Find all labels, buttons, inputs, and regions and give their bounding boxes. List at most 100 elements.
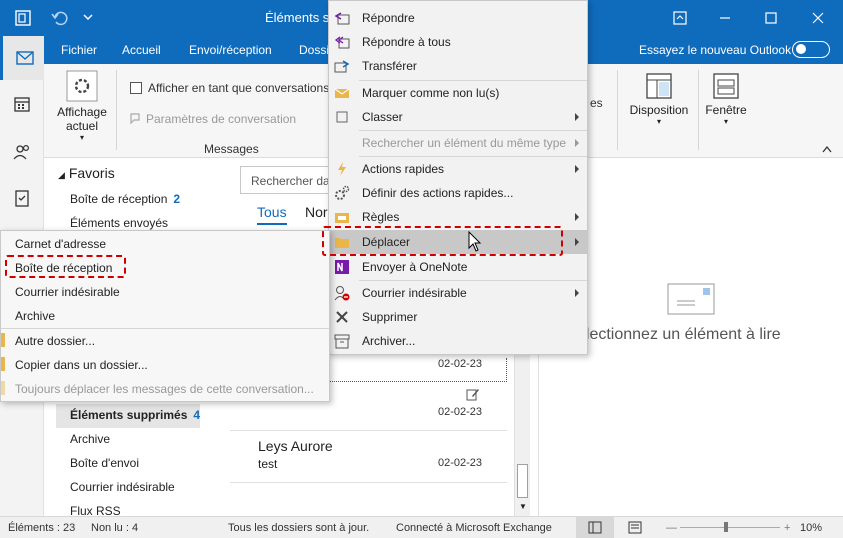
move-submenu: Carnet d'adresse Boîte de réception Cour… — [0, 230, 330, 402]
always-move-icon — [1, 381, 5, 395]
folder-archive[interactable]: Archive — [70, 432, 110, 446]
try-new-outlook-toggle[interactable] — [792, 41, 830, 58]
toggle-knob — [796, 44, 806, 54]
scroll-down-icon[interactable]: ▼ — [519, 502, 527, 511]
menu-item-label: Envoyer à OneNote — [362, 260, 468, 274]
disposition-button[interactable]: Disposition ▾ — [626, 72, 692, 126]
tab-accueil[interactable]: Accueil — [122, 43, 161, 57]
nav-tasks[interactable] — [0, 176, 44, 220]
menu-forward[interactable]: Transférer — [329, 54, 587, 78]
menu-item-label: Déplacer — [362, 235, 411, 249]
current-view-button[interactable]: Affichage actuel ▾ — [56, 70, 108, 142]
zoom-out-icon[interactable]: — — [666, 522, 677, 534]
message-row[interactable]: Leys Aurore test 02-02-23 — [230, 430, 507, 480]
submenu-archive[interactable]: Archive — [1, 304, 329, 328]
nav-mail[interactable] — [0, 36, 44, 80]
submenu-copy-to-folder[interactable]: Copier dans un dossier... — [1, 353, 329, 377]
submenu-arrow-icon — [575, 289, 579, 297]
close-icon[interactable] — [808, 8, 828, 28]
submenu-inbox[interactable]: Boîte de réception — [1, 256, 329, 280]
folder-inbox-favorite[interactable]: Boîte de réception 2 — [70, 192, 180, 206]
unread-count: 4 — [193, 408, 201, 422]
conversation-settings-button[interactable]: Paramètres de conversation — [146, 112, 296, 126]
window-button[interactable]: Fenêtre ▾ — [702, 72, 750, 126]
customize-quick-access-icon[interactable] — [82, 11, 94, 23]
ribbon-display-icon[interactable] — [670, 8, 690, 28]
zoom-level: 10% — [800, 522, 823, 534]
menu-item-label: Classer — [362, 110, 403, 124]
folder-junk[interactable]: Courrier indésirable — [70, 480, 175, 494]
menu-quick-actions[interactable]: Actions rapides — [329, 157, 587, 181]
menu-item-label: Répondre à tous — [362, 35, 451, 49]
message-date: 02-02-23 — [438, 358, 483, 370]
sync-status: Tous les dossiers sont à jour. — [228, 522, 370, 534]
collapse-ribbon-icon[interactable] — [821, 144, 833, 154]
tab-envoi-reception[interactable]: Envoi/réception — [189, 43, 272, 57]
menu-reply[interactable]: Répondre — [329, 6, 587, 30]
normal-view-button[interactable] — [576, 517, 614, 538]
folder-outbox[interactable]: Boîte d'envoi — [70, 456, 139, 470]
nav-people[interactable] — [0, 130, 44, 174]
folder-label: Éléments supprimés — [70, 408, 188, 422]
zoom-in-icon[interactable]: + — [784, 522, 790, 534]
nav-calendar[interactable] — [0, 82, 44, 126]
filter-unread-tab[interactable]: Nor — [305, 204, 328, 220]
menu-item-label: Rechercher un élément du même type — [362, 136, 567, 150]
connection-status: Connecté à Microsoft Exchange — [396, 522, 552, 534]
favorites-header[interactable]: ◢ Favoris — [58, 165, 115, 181]
menu-categorize[interactable]: Classer — [329, 105, 587, 129]
show-as-conversations-checkbox[interactable] — [130, 82, 142, 94]
menu-junk[interactable]: Courrier indésirable — [329, 281, 587, 305]
forward-icon — [334, 60, 350, 73]
messages-group-label: Messages — [204, 142, 259, 156]
submenu-item-label: Copier dans un dossier... — [15, 358, 148, 372]
current-view-label-1: Affichage — [57, 105, 107, 119]
filter-all-tab[interactable]: Tous — [257, 204, 287, 225]
mouse-cursor-icon — [468, 231, 482, 252]
menu-move[interactable]: Déplacer — [329, 230, 587, 254]
message-date: 02-02-23 — [438, 406, 483, 418]
menu-item-label: Transférer — [362, 59, 417, 73]
menu-delete[interactable]: Supprimer — [329, 305, 587, 329]
status-bar: Éléments : 23 Non lu : 4 Tous les dossie… — [0, 516, 843, 538]
submenu-always-move[interactable]: Toujours déplacer les messages de cette … — [1, 377, 329, 401]
folder-sent[interactable]: Éléments envoyés — [70, 216, 168, 230]
categorize-icon — [336, 111, 348, 123]
maximize-icon[interactable] — [761, 8, 781, 28]
menu-mark-unread[interactable]: Marquer comme non lu(s) — [329, 81, 587, 105]
submenu-address-book[interactable]: Carnet d'adresse — [1, 232, 329, 256]
outlook-app-icon[interactable] — [14, 9, 32, 27]
undo-icon[interactable] — [50, 9, 68, 27]
menu-set-quick-actions[interactable]: Définir des actions rapides... — [329, 181, 587, 205]
menu-rules[interactable]: Règles — [329, 205, 587, 229]
menu-item-label: Définir des actions rapides... — [362, 186, 514, 200]
try-new-outlook-label: Essayez le nouveau Outlook — [639, 43, 792, 57]
scrollbar-thumb[interactable] — [517, 464, 528, 498]
folder-label: Archive — [70, 432, 111, 446]
submenu-other-folder[interactable]: Autre dossier... — [1, 329, 329, 353]
message-sender: Leys Aurore — [258, 438, 333, 454]
people-icon — [13, 144, 30, 160]
menu-item-label: Répondre — [362, 11, 415, 25]
calendar-icon — [14, 97, 30, 112]
minimize-icon[interactable] — [715, 8, 735, 28]
reading-view-icon[interactable] — [628, 521, 642, 534]
submenu-arrow-icon — [575, 165, 579, 173]
reply-all-icon — [334, 36, 350, 49]
window-label: Fenêtre — [705, 103, 747, 117]
submenu-junk[interactable]: Courrier indésirable — [1, 280, 329, 304]
zoom-slider-thumb[interactable] — [724, 522, 728, 532]
submenu-item-label: Autre dossier... — [15, 334, 96, 348]
zoom-slider[interactable] — [680, 522, 780, 532]
item-count: Éléments : 23 — [8, 522, 76, 534]
tab-fichier[interactable]: Fichier — [61, 43, 97, 57]
menu-find-related[interactable]: Rechercher un élément du même type — [329, 131, 587, 155]
reply-icon — [334, 12, 350, 25]
menu-reply-all[interactable]: Répondre à tous — [329, 30, 587, 54]
tab-dossier[interactable]: Dossi — [299, 43, 329, 57]
folder-deleted[interactable]: Éléments supprimés 4 — [70, 408, 200, 422]
rules-icon — [335, 213, 349, 223]
menu-send-to-onenote[interactable]: Envoyer à OneNote — [329, 255, 587, 279]
change-view-icon — [66, 70, 98, 102]
menu-archive[interactable]: Archiver... — [329, 329, 587, 353]
